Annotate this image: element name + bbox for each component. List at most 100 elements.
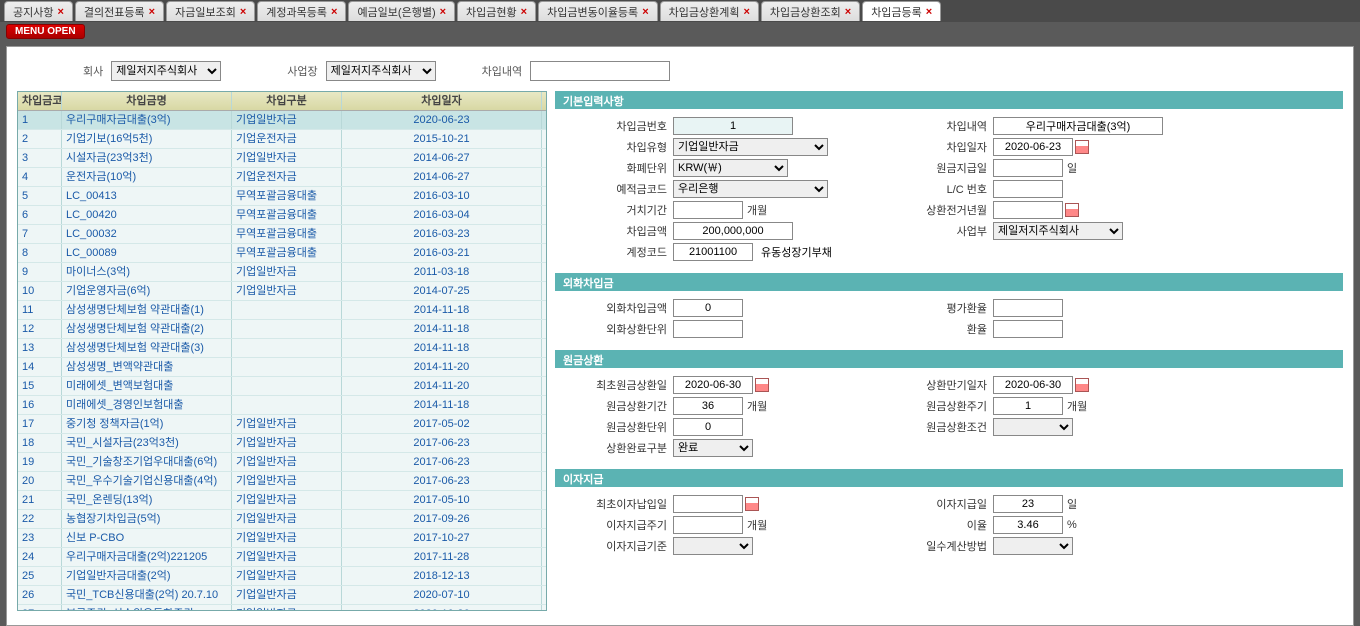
close-icon[interactable]: ×	[926, 6, 932, 18]
table-row[interactable]: 14삼성생명_변액약관대출2014-11-20	[18, 358, 546, 377]
close-icon[interactable]: ×	[240, 6, 246, 18]
preyear-input[interactable]	[993, 201, 1063, 219]
fx-unit-input[interactable]	[673, 320, 743, 338]
menu-open-button[interactable]: MENU OPEN	[6, 24, 85, 39]
calendar-icon[interactable]	[1075, 140, 1089, 154]
table-row[interactable]: 17중기청 정책자금(1억)기업일반자금2017-05-02	[18, 415, 546, 434]
cell-type	[232, 358, 342, 376]
loan-filter-input[interactable]	[530, 61, 670, 81]
cell-code: 13	[18, 339, 62, 357]
p-unit-input[interactable]	[673, 418, 743, 436]
tab[interactable]: 차입금상환조회 ×	[761, 1, 860, 21]
currency-select[interactable]: KRW(￦)	[673, 159, 788, 177]
close-icon[interactable]: ×	[642, 6, 648, 18]
i-day-label: 이자지급일	[863, 496, 993, 512]
table-row[interactable]: 25기업일반자금대출(2억)기업일반자금2018-12-13	[18, 567, 546, 586]
i-day-input[interactable]	[993, 495, 1063, 513]
loan-type-select[interactable]: 기업일반자금	[673, 138, 828, 156]
loan-name-input[interactable]	[993, 117, 1163, 135]
cell-type: 기업일반자금	[232, 586, 342, 604]
table-row[interactable]: 6LC_00420무역포괄금융대출2016-03-04	[18, 206, 546, 225]
loan-amt-input[interactable]	[673, 222, 793, 240]
close-icon[interactable]: ×	[521, 6, 527, 18]
close-icon[interactable]: ×	[845, 6, 851, 18]
cell-type: 기업일반자금	[232, 453, 342, 471]
fx-erate-input[interactable]	[993, 320, 1063, 338]
table-row[interactable]: 7LC_00032무역포괄금융대출2016-03-23	[18, 225, 546, 244]
p-maturity-input[interactable]	[993, 376, 1073, 394]
tab[interactable]: 자금일보조회 ×	[166, 1, 255, 21]
calendar-icon[interactable]	[1065, 203, 1079, 217]
table-row[interactable]: 27부국증권_선순위유동화증권기업일반자금2020-10-26	[18, 605, 546, 611]
tab[interactable]: 공지사항 ×	[4, 1, 73, 21]
table-row[interactable]: 15미래에셋_변액보험대출2014-11-20	[18, 377, 546, 396]
tab[interactable]: 차입금변동이율등록 ×	[538, 1, 658, 21]
calendar-icon[interactable]	[755, 378, 769, 392]
loan-date-input[interactable]	[993, 138, 1073, 156]
table-row[interactable]: 20국민_우수기술기업신용대출(4억)기업일반자금2017-06-23	[18, 472, 546, 491]
tab[interactable]: 차입금현황 ×	[457, 1, 536, 21]
acct-code-input[interactable]	[673, 243, 753, 261]
company-select[interactable]: 제일저지주식회사	[111, 61, 221, 81]
tab-label: 결의전표등록	[84, 4, 145, 20]
i-rate-input[interactable]	[993, 516, 1063, 534]
table-row[interactable]: 16미래에셋_경영인보험대출2014-11-18	[18, 396, 546, 415]
tab[interactable]: 차입금등록 ×	[862, 1, 941, 21]
table-row[interactable]: 18국민_시설자금(23억3천)기업일반자금2017-06-23	[18, 434, 546, 453]
tab[interactable]: 결의전표등록 ×	[75, 1, 164, 21]
cell-code: 7	[18, 225, 62, 243]
i-cycle-input[interactable]	[673, 516, 743, 534]
table-row[interactable]: 4운전자금(10억)기업운전자금2014-06-27	[18, 168, 546, 187]
i-basis-select[interactable]	[673, 537, 753, 555]
table-row[interactable]: 9마이너스(3억)기업일반자금2011-03-18	[18, 263, 546, 282]
tab[interactable]: 예금일보(은행별) ×	[348, 1, 455, 21]
fx-rate-input[interactable]	[993, 299, 1063, 317]
table-row[interactable]: 22농협장기차입금(5억)기업일반자금2017-09-26	[18, 510, 546, 529]
cell-name: 국민_기술창조기업우대대출(6억)	[62, 453, 232, 471]
dept-select[interactable]: 제일저지주식회사	[993, 222, 1123, 240]
table-row[interactable]: 5LC_00413무역포괄금융대출2016-03-10	[18, 187, 546, 206]
table-row[interactable]: 12삼성생명단체보험 약관대출(2)2014-11-18	[18, 320, 546, 339]
close-icon[interactable]: ×	[57, 6, 63, 18]
fx-erate-label: 환율	[863, 321, 993, 337]
table-row[interactable]: 19국민_기술창조기업우대대출(6억)기업일반자금2017-06-23	[18, 453, 546, 472]
tab-label: 계정과목등록	[266, 4, 327, 20]
table-row[interactable]: 13삼성생명단체보험 약관대출(3)2014-11-18	[18, 339, 546, 358]
close-icon[interactable]: ×	[440, 6, 446, 18]
table-row[interactable]: 11삼성생명단체보험 약관대출(1)2014-11-18	[18, 301, 546, 320]
tab[interactable]: 차입금상환계획 ×	[660, 1, 759, 21]
dept-label: 사업부	[863, 223, 993, 239]
p-cond-select[interactable]	[993, 418, 1073, 436]
table-row[interactable]: 24우리구매자금대출(2억)221205기업일반자금2017-11-28	[18, 548, 546, 567]
i-first-input[interactable]	[673, 495, 743, 513]
principal-day-input[interactable]	[993, 159, 1063, 177]
p-cycle-input[interactable]	[993, 397, 1063, 415]
table-row[interactable]: 26국민_TCB신용대출(2억) 20.7.10기업일반자금2020-07-10	[18, 586, 546, 605]
table-row[interactable]: 1우리구매자금대출(3억)기업일반자금2020-06-23	[18, 111, 546, 130]
cell-name: 삼성생명_변액약관대출	[62, 358, 232, 376]
table-row[interactable]: 8LC_00089무역포괄금융대출2016-03-21	[18, 244, 546, 263]
lc-no-input[interactable]	[993, 180, 1063, 198]
p-done-select[interactable]: 완료	[673, 439, 753, 457]
p-first-input[interactable]	[673, 376, 753, 394]
table-row[interactable]: 2기업기보(16억5천)기업운전자금2015-10-21	[18, 130, 546, 149]
site-select[interactable]: 제일저지주식회사	[326, 61, 436, 81]
cell-code: 20	[18, 472, 62, 490]
i-method-select[interactable]	[993, 537, 1073, 555]
close-icon[interactable]: ×	[149, 6, 155, 18]
calendar-icon[interactable]	[1075, 378, 1089, 392]
bank-code-select[interactable]: 우리은행	[673, 180, 828, 198]
p-first-label: 최초원금상환일	[563, 377, 673, 393]
tab[interactable]: 계정과목등록 ×	[257, 1, 346, 21]
cell-date: 2014-11-20	[342, 377, 542, 395]
table-row[interactable]: 10기업운영자금(6억)기업일반자금2014-07-25	[18, 282, 546, 301]
p-period-input[interactable]	[673, 397, 743, 415]
fx-amt-input[interactable]	[673, 299, 743, 317]
close-icon[interactable]: ×	[743, 6, 749, 18]
close-icon[interactable]: ×	[331, 6, 337, 18]
grace-input[interactable]	[673, 201, 743, 219]
table-row[interactable]: 21국민_온렌딩(13억)기업일반자금2017-05-10	[18, 491, 546, 510]
calendar-icon[interactable]	[745, 497, 759, 511]
table-row[interactable]: 3시설자금(23억3천)기업일반자금2014-06-27	[18, 149, 546, 168]
table-row[interactable]: 23신보 P-CBO기업일반자금2017-10-27	[18, 529, 546, 548]
